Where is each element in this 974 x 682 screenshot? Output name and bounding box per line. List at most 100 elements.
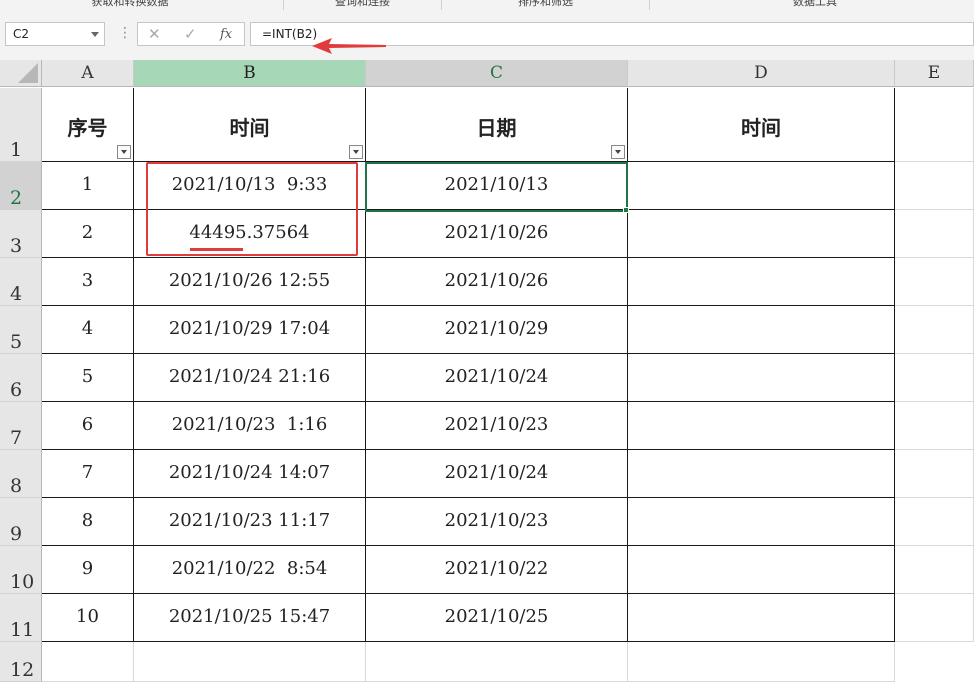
cell-value: 9 <box>81 558 94 579</box>
cell-c3[interactable]: 2021/10/26 <box>366 210 628 258</box>
cell-d3[interactable] <box>628 210 895 258</box>
cell-b4[interactable]: 2021/10/26 12:55 <box>134 258 366 306</box>
row-header-12[interactable]: 12 <box>0 642 42 682</box>
cell-e7[interactable] <box>895 402 974 450</box>
cell-a7[interactable]: 6 <box>42 402 134 450</box>
cell-b6[interactable]: 2021/10/24 21:16 <box>134 354 366 402</box>
row-header-10[interactable]: 10 <box>0 546 42 594</box>
cell-b9[interactable]: 2021/10/23 11:17 <box>134 498 366 546</box>
cell-c9[interactable]: 2021/10/23 <box>366 498 628 546</box>
cell-e5[interactable] <box>895 306 974 354</box>
cell-a8[interactable]: 7 <box>42 450 134 498</box>
cell-c2[interactable]: 2021/10/13 <box>366 162 628 210</box>
cell-c7[interactable]: 2021/10/23 <box>366 402 628 450</box>
name-box[interactable]: C2 <box>5 22 105 46</box>
cell-value: 44495.37564 <box>189 222 310 243</box>
cell-e4[interactable] <box>895 258 974 306</box>
ribbon-group-data-tools: 数据工具 <box>793 0 837 8</box>
row-header-11[interactable]: 11 <box>0 594 42 642</box>
filter-dropdown-icon[interactable] <box>349 145 363 159</box>
column-header-d[interactable]: D <box>628 60 895 87</box>
row-header-4[interactable]: 4 <box>0 258 42 306</box>
cell-e6[interactable] <box>895 354 974 402</box>
cell-d8[interactable] <box>628 450 895 498</box>
row-number: 11 <box>10 619 35 641</box>
cell-b7[interactable]: 2021/10/23 1:16 <box>134 402 366 450</box>
cell-d5[interactable] <box>628 306 895 354</box>
row-header-3[interactable]: 3 <box>0 210 42 258</box>
cell-a10[interactable]: 9 <box>42 546 134 594</box>
cell-b11[interactable]: 2021/10/25 15:47 <box>134 594 366 642</box>
select-all-corner[interactable] <box>0 60 42 87</box>
cell-e8[interactable] <box>895 450 974 498</box>
chevron-down-icon[interactable] <box>91 32 99 37</box>
cell-a6[interactable]: 5 <box>42 354 134 402</box>
cell-value: 8 <box>81 510 94 531</box>
cell-c12[interactable] <box>366 642 628 682</box>
cell-c10[interactable]: 2021/10/22 <box>366 546 628 594</box>
cell-a11[interactable]: 10 <box>42 594 134 642</box>
cell-d2[interactable] <box>628 162 895 210</box>
row-header-7[interactable]: 7 <box>0 402 42 450</box>
cell-a2[interactable]: 1 <box>42 162 134 210</box>
drag-handle-icon[interactable]: ⋮ <box>118 25 132 41</box>
cell-e10[interactable] <box>895 546 974 594</box>
filter-dropdown-icon[interactable] <box>117 145 131 159</box>
cell-b3[interactable]: 44495.37564 <box>134 210 366 258</box>
cell-value: 2021/10/24 14:07 <box>168 462 331 483</box>
cell-e9[interactable] <box>895 498 974 546</box>
row-header-6[interactable]: 6 <box>0 354 42 402</box>
cell-b10[interactable]: 2021/10/22 8:54 <box>134 546 366 594</box>
cell-c1[interactable]: 日期 <box>366 88 628 162</box>
cell-e1[interactable] <box>895 88 974 162</box>
cell-a3[interactable]: 2 <box>42 210 134 258</box>
cell-e11[interactable] <box>895 594 974 642</box>
filter-dropdown-icon[interactable] <box>611 145 625 159</box>
cell-d10[interactable] <box>628 546 895 594</box>
fill-handle[interactable] <box>623 207 629 213</box>
column-header-c[interactable]: C <box>366 60 628 87</box>
cell-d9[interactable] <box>628 498 895 546</box>
cell-c5[interactable]: 2021/10/29 <box>366 306 628 354</box>
column-header-a[interactable]: A <box>42 60 134 87</box>
cell-value: 2021/10/24 <box>444 462 549 483</box>
cell-b5[interactable]: 2021/10/29 17:04 <box>134 306 366 354</box>
cancel-icon[interactable]: ✕ <box>148 25 161 43</box>
row-header-8[interactable]: 8 <box>0 450 42 498</box>
cell-a4[interactable]: 3 <box>42 258 134 306</box>
cell-c6[interactable]: 2021/10/24 <box>366 354 628 402</box>
cell-d4[interactable] <box>628 258 895 306</box>
annotation-arrow-icon <box>312 38 386 54</box>
cell-d12[interactable] <box>628 642 895 682</box>
cell-c11[interactable]: 2021/10/25 <box>366 594 628 642</box>
cell-b8[interactable]: 2021/10/24 14:07 <box>134 450 366 498</box>
cell-b2[interactable]: 2021/10/13 9:33 <box>134 162 366 210</box>
insert-function-icon[interactable]: fx <box>220 27 232 42</box>
cell-c8[interactable]: 2021/10/24 <box>366 450 628 498</box>
cell-value: 2021/10/23 11:17 <box>168 510 331 531</box>
cell-d6[interactable] <box>628 354 895 402</box>
row-header-2[interactable]: 2 <box>0 162 42 210</box>
cell-d1[interactable]: 时间 <box>628 88 895 162</box>
cell-e3[interactable] <box>895 210 974 258</box>
cell-a1[interactable]: 序号 <box>42 88 134 162</box>
cell-d11[interactable] <box>628 594 895 642</box>
cell-d7[interactable] <box>628 402 895 450</box>
column-header-e[interactable]: E <box>895 60 974 87</box>
row-header-1[interactable]: 1 <box>0 88 42 162</box>
cell-b1[interactable]: 时间 <box>134 88 366 162</box>
annotation-underline <box>190 248 243 251</box>
column-header-b[interactable]: B <box>134 60 366 87</box>
cell-e2[interactable] <box>895 162 974 210</box>
cell-b12[interactable] <box>134 642 366 682</box>
cell-a5[interactable]: 4 <box>42 306 134 354</box>
row-number: 6 <box>10 379 23 401</box>
column-title: 日期 <box>476 116 517 140</box>
check-icon[interactable]: ✓ <box>184 25 197 43</box>
row-header-5[interactable]: 5 <box>0 306 42 354</box>
row-header-9[interactable]: 9 <box>0 498 42 546</box>
cell-c4[interactable]: 2021/10/26 <box>366 258 628 306</box>
cell-a12[interactable] <box>42 642 134 682</box>
cell-a9[interactable]: 8 <box>42 498 134 546</box>
row-number: 7 <box>10 427 23 449</box>
